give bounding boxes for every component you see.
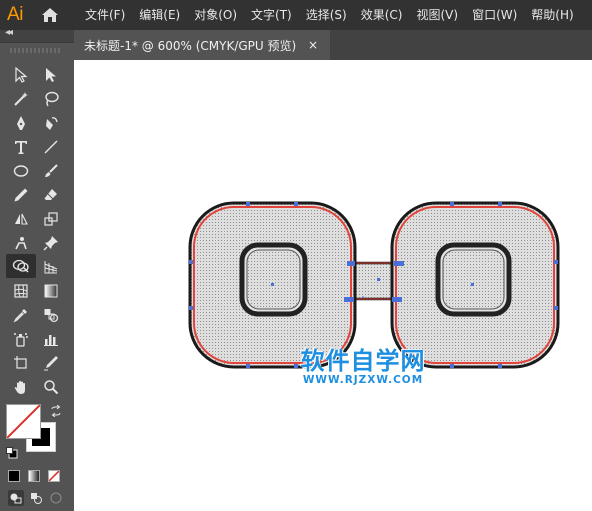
menu-type[interactable]: 文字(T) [244, 0, 299, 30]
menu-view[interactable]: 视图(V) [409, 0, 465, 30]
drawing-mode-buttons [6, 490, 68, 506]
glasses-artwork[interactable] [74, 60, 592, 511]
perspective-grid-tool-icon[interactable] [38, 256, 64, 278]
right-lens-shape[interactable] [390, 201, 560, 369]
menu-select[interactable]: 选择(S) [299, 0, 354, 30]
lasso-tool-icon[interactable] [38, 88, 64, 110]
tools-panel: ◂◂ [0, 27, 74, 511]
close-icon[interactable]: × [308, 38, 318, 52]
watermark-title: 软件自学网 [300, 347, 426, 375]
swap-fill-stroke-icon[interactable] [50, 402, 62, 421]
default-fill-stroke-icon[interactable] [6, 444, 18, 463]
ellipse-tool-icon[interactable] [8, 160, 34, 182]
draw-inside-icon[interactable] [48, 490, 64, 506]
menu-window[interactable]: 窗口(W) [465, 0, 524, 30]
column-graph-tool-icon[interactable] [38, 328, 64, 350]
zoom-tool-icon[interactable] [38, 376, 64, 398]
blend-tool-icon[interactable] [38, 304, 64, 326]
watermark-url: WWW.RJZXW.COM [302, 374, 424, 386]
artboard-canvas[interactable]: 软件自学网 WWW.RJZXW.COM [74, 60, 592, 511]
home-icon[interactable] [30, 0, 70, 30]
symbol-sprayer-tool-icon[interactable] [8, 328, 34, 350]
watermark: 软件自学网 WWW.RJZXW.COM [288, 348, 438, 386]
tools-panel-header: ◂◂ [0, 27, 74, 43]
magic-wand-tool-icon[interactable] [8, 88, 34, 110]
app-logo: Ai [7, 4, 23, 25]
draw-normal-icon[interactable] [8, 490, 24, 506]
eyedropper-tool-icon[interactable] [8, 304, 34, 326]
panel-grip[interactable] [10, 48, 60, 53]
type-tool-icon[interactable] [8, 136, 34, 158]
pin-tool-icon[interactable] [38, 232, 64, 254]
eraser-tool-icon[interactable] [38, 184, 64, 206]
color-button[interactable] [8, 470, 20, 482]
selection-tool-icon[interactable] [8, 64, 34, 86]
hand-tool-icon[interactable] [8, 376, 34, 398]
artboard-tool-icon[interactable] [8, 352, 34, 374]
gradient-tool-icon[interactable] [38, 280, 64, 302]
pen-tool-icon[interactable] [8, 112, 34, 134]
menu-help[interactable]: 帮助(H) [524, 0, 580, 30]
scale-tool-icon[interactable] [38, 208, 64, 230]
document-tab-strip: 未标题-1* @ 600% (CMYK/GPU 预览) × [74, 30, 592, 60]
draw-behind-icon[interactable] [28, 490, 44, 506]
menu-file[interactable]: 文件(F) [78, 0, 132, 30]
paintbrush-tool-icon[interactable] [38, 160, 64, 182]
fill-swatch[interactable] [6, 404, 41, 439]
gradient-button[interactable] [28, 470, 40, 482]
slice-tool-icon[interactable] [38, 352, 64, 374]
menu-list: 文件(F) 编辑(E) 对象(O) 文字(T) 选择(S) 效果(C) 视图(V… [78, 0, 581, 30]
menu-bar: Ai 文件(F) 编辑(E) 对象(O) 文字(T) 选择(S) 效果(C) 视… [0, 0, 592, 30]
document-tab-title: 未标题-1* @ 600% (CMYK/GPU 预览) [84, 38, 297, 53]
curvature-tool-icon[interactable] [38, 112, 64, 134]
pencil-tool-icon[interactable] [8, 184, 34, 206]
reflect-tool-icon[interactable] [8, 208, 34, 230]
menu-object[interactable]: 对象(O) [187, 0, 244, 30]
shape-builder-tool-icon[interactable] [6, 254, 36, 278]
document-tab[interactable]: 未标题-1* @ 600% (CMYK/GPU 预览) × [74, 30, 330, 60]
mesh-tool-icon[interactable] [8, 280, 34, 302]
none-button[interactable] [48, 470, 60, 482]
fill-stroke-widget [4, 400, 68, 464]
menu-effect[interactable]: 效果(C) [354, 0, 410, 30]
direct-selection-tool-icon[interactable] [38, 64, 64, 86]
menu-edit[interactable]: 编辑(E) [132, 0, 187, 30]
color-mode-buttons [6, 470, 68, 484]
collapse-panel-icon[interactable]: ◂◂ [5, 27, 13, 38]
line-segment-tool-icon[interactable] [38, 136, 64, 158]
puppet-warp-tool-icon[interactable] [8, 232, 34, 254]
